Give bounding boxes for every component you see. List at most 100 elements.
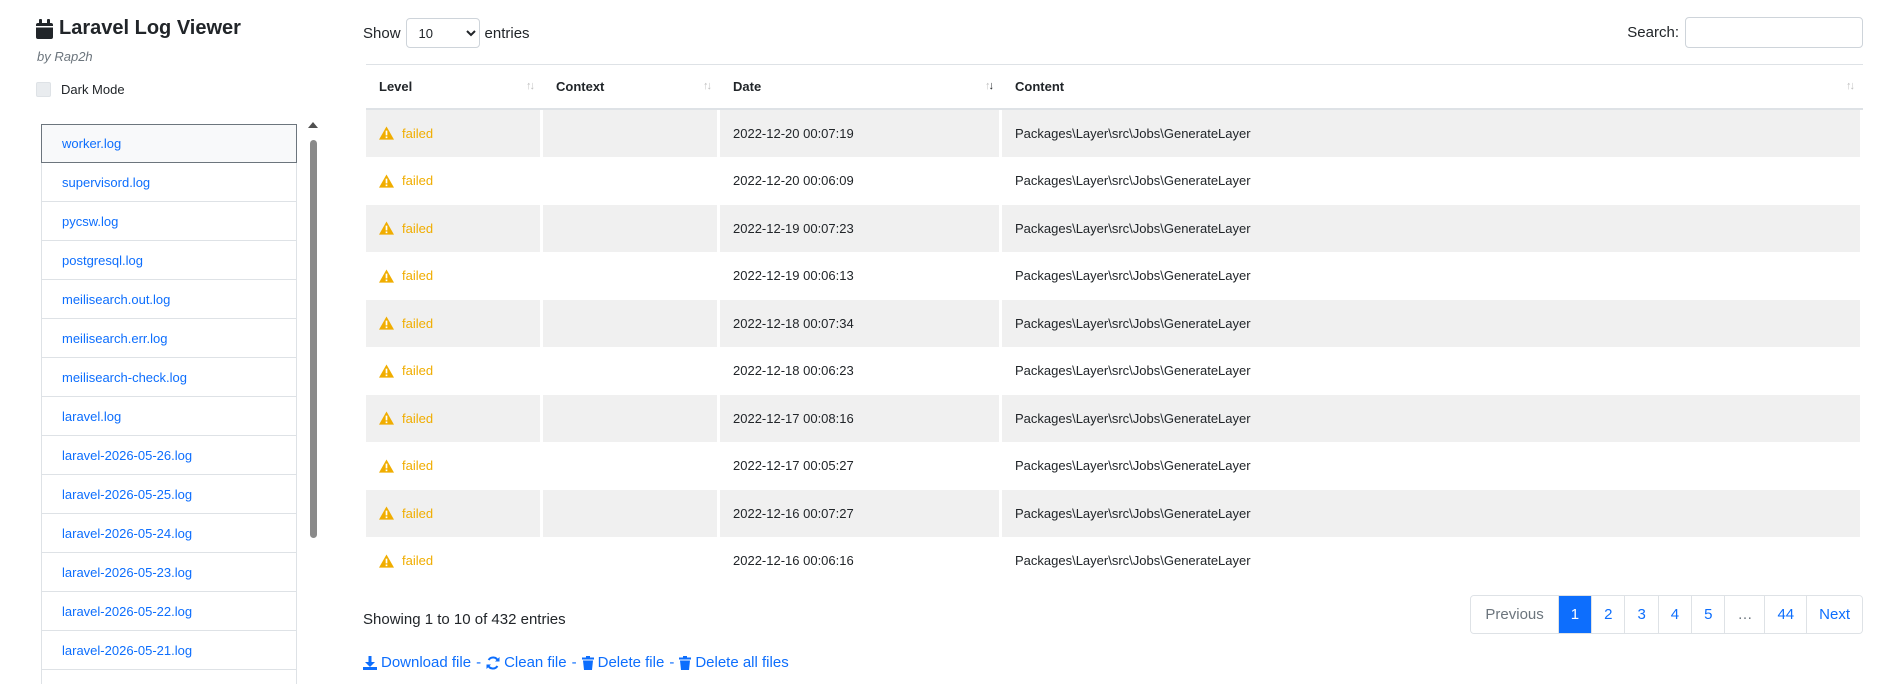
cell-date: 2022-12-19 00:06:13 — [720, 252, 1002, 300]
log-table: Level ↑↓ Context ↑↓ Date ↑↓ Content ↑↓ faile… — [366, 64, 1863, 585]
cell-context — [543, 110, 720, 158]
warning-icon — [379, 411, 402, 425]
table-row[interactable]: failed 2022-12-18 00:06:23 Packages\Layer\… — [366, 347, 1863, 395]
cell-content: Packages\Layer\src\Jobs\GenerateLayer — [1002, 395, 1863, 443]
next-button[interactable]: Next — [1806, 596, 1862, 633]
action-separator: - — [571, 654, 577, 671]
delete-all-files-link[interactable]: Delete all files — [679, 654, 789, 671]
search-label: Search: — [1627, 24, 1679, 41]
cell-date: 2022-12-20 00:07:19 — [720, 110, 1002, 158]
cell-content: Packages\Layer\src\Jobs\GenerateLayer — [1002, 537, 1863, 585]
cell-date: 2022-12-16 00:06:16 — [720, 537, 1002, 585]
table-row[interactable]: failed 2022-12-20 00:06:09 Packages\Layer\… — [366, 157, 1863, 205]
download-file-link[interactable]: Download file — [363, 654, 471, 671]
download-icon — [363, 655, 381, 670]
file-item[interactable]: laravel-2026-05-23.log — [41, 553, 297, 592]
file-item[interactable]: laravel.log — [41, 397, 297, 436]
level-text: failed — [402, 125, 434, 141]
previous-button[interactable]: Previous — [1471, 596, 1558, 633]
file-item[interactable]: laravel-2026-05-20.log — [41, 670, 297, 684]
scroll-up-arrow[interactable] — [308, 122, 318, 128]
warning-icon — [379, 459, 402, 473]
cell-date: 2022-12-20 00:06:09 — [720, 157, 1002, 205]
cell-level: failed — [366, 442, 543, 490]
file-item[interactable]: laravel-2026-05-24.log — [41, 514, 297, 553]
cell-level: failed — [366, 157, 543, 205]
cell-content: Packages\Layer\src\Jobs\GenerateLayer — [1002, 110, 1863, 158]
table-row[interactable]: failed 2022-12-17 00:08:16 Packages\Layer\… — [366, 395, 1863, 443]
cell-level: failed — [366, 110, 543, 158]
page-button[interactable]: 2 — [1591, 596, 1625, 633]
table-row[interactable]: failed 2022-12-20 00:07:19 Packages\Layer\… — [366, 110, 1863, 158]
entries-label: entries — [484, 24, 530, 42]
column-header-context[interactable]: Context ↑↓ — [543, 64, 720, 110]
file-item[interactable]: laravel-2026-05-26.log — [41, 436, 297, 475]
table-row[interactable]: failed 2022-12-19 00:06:13 Packages\Layer\… — [366, 252, 1863, 300]
pagination-ellipsis: … — [1724, 596, 1765, 633]
file-list-scrollbar[interactable] — [307, 132, 319, 684]
warning-icon — [379, 364, 402, 378]
dark-mode-toggle[interactable]: Dark Mode — [36, 82, 125, 97]
file-item[interactable]: meilisearch.err.log — [41, 319, 297, 358]
cell-date: 2022-12-17 00:05:27 — [720, 442, 1002, 490]
cell-context — [543, 490, 720, 538]
column-header-content[interactable]: Content ↑↓ — [1002, 64, 1863, 110]
page-button[interactable]: 4 — [1657, 596, 1692, 633]
clean-file-link[interactable]: Clean file — [486, 654, 567, 671]
cell-level: failed — [366, 205, 543, 253]
column-header-date[interactable]: Date ↑↓ — [720, 64, 1002, 110]
file-item[interactable]: meilisearch.out.log — [41, 280, 297, 319]
cell-content: Packages\Layer\src\Jobs\GenerateLayer — [1002, 490, 1863, 538]
table-row[interactable]: failed 2022-12-19 00:07:23 Packages\Layer\… — [366, 205, 1863, 253]
cell-content: Packages\Layer\src\Jobs\GenerateLayer — [1002, 300, 1863, 348]
trash-icon — [581, 655, 598, 670]
table-row[interactable]: failed 2022-12-18 00:07:34 Packages\Layer\… — [366, 300, 1863, 348]
table-info: Showing 1 to 10 of 432 entries — [363, 611, 566, 628]
cell-level: failed — [366, 395, 543, 443]
page-button[interactable]: 44 — [1764, 596, 1807, 633]
column-header-level[interactable]: Level ↑↓ — [366, 64, 543, 110]
page-button[interactable]: 5 — [1691, 596, 1725, 633]
action-label: Download file — [381, 654, 472, 671]
page-button[interactable]: 1 — [1557, 596, 1592, 633]
cell-date: 2022-12-19 00:07:23 — [720, 205, 1002, 253]
dark-mode-label: Dark Mode — [61, 82, 125, 97]
calendar-icon — [36, 18, 53, 39]
sort-icon: ↑↓ — [1846, 80, 1855, 92]
dark-mode-checkbox[interactable] — [36, 82, 51, 97]
table-row[interactable]: failed 2022-12-16 00:07:27 Packages\Layer\… — [366, 490, 1863, 538]
table-row[interactable]: failed 2022-12-17 00:05:27 Packages\Layer\… — [366, 442, 1863, 490]
file-item[interactable]: supervisord.log — [41, 163, 297, 202]
file-item[interactable]: pycsw.log — [41, 202, 297, 241]
cell-context — [543, 442, 720, 490]
action-label: Clean file — [504, 654, 567, 671]
byline: by Rap2h — [37, 49, 93, 64]
table-row[interactable]: failed 2022-12-16 00:06:16 Packages\Layer\… — [366, 537, 1863, 585]
page-size-select[interactable]: 10 — [405, 18, 480, 48]
cell-content: Packages\Layer\src\Jobs\GenerateLayer — [1002, 442, 1863, 490]
cell-content: Packages\Layer\src\Jobs\GenerateLayer — [1002, 252, 1863, 300]
file-item[interactable]: laravel-2026-05-25.log — [41, 475, 297, 514]
scrollbar-thumb[interactable] — [310, 140, 317, 538]
page-button[interactable]: 3 — [1624, 596, 1658, 633]
action-label: Delete all files — [695, 654, 789, 671]
cell-content: Packages\Layer\src\Jobs\GenerateLayer — [1002, 347, 1863, 395]
cell-date: 2022-12-16 00:07:27 — [720, 490, 1002, 538]
delete-file-link[interactable]: Delete file — [581, 654, 664, 671]
file-item[interactable]: meilisearch-check.log — [41, 358, 297, 397]
show-label: Show — [363, 24, 401, 42]
cell-context — [543, 300, 720, 348]
app-title-text: Laravel Log Viewer — [59, 17, 241, 39]
level-text: failed — [402, 173, 434, 189]
trash-icon — [679, 655, 695, 670]
file-item[interactable]: worker.log — [41, 124, 297, 163]
search-input[interactable] — [1685, 17, 1863, 48]
action-separator: - — [476, 654, 482, 671]
sort-icon: ↑↓ — [703, 80, 712, 92]
file-item[interactable]: postgresql.log — [41, 241, 297, 280]
file-item[interactable]: laravel-2026-05-21.log — [41, 631, 297, 670]
cell-level: failed — [366, 300, 543, 348]
refresh-icon — [486, 655, 504, 670]
file-item[interactable]: laravel-2026-05-22.log — [41, 592, 297, 631]
table-header-row: Level ↑↓ Context ↑↓ Date ↑↓ Content ↑↓ — [366, 64, 1863, 110]
